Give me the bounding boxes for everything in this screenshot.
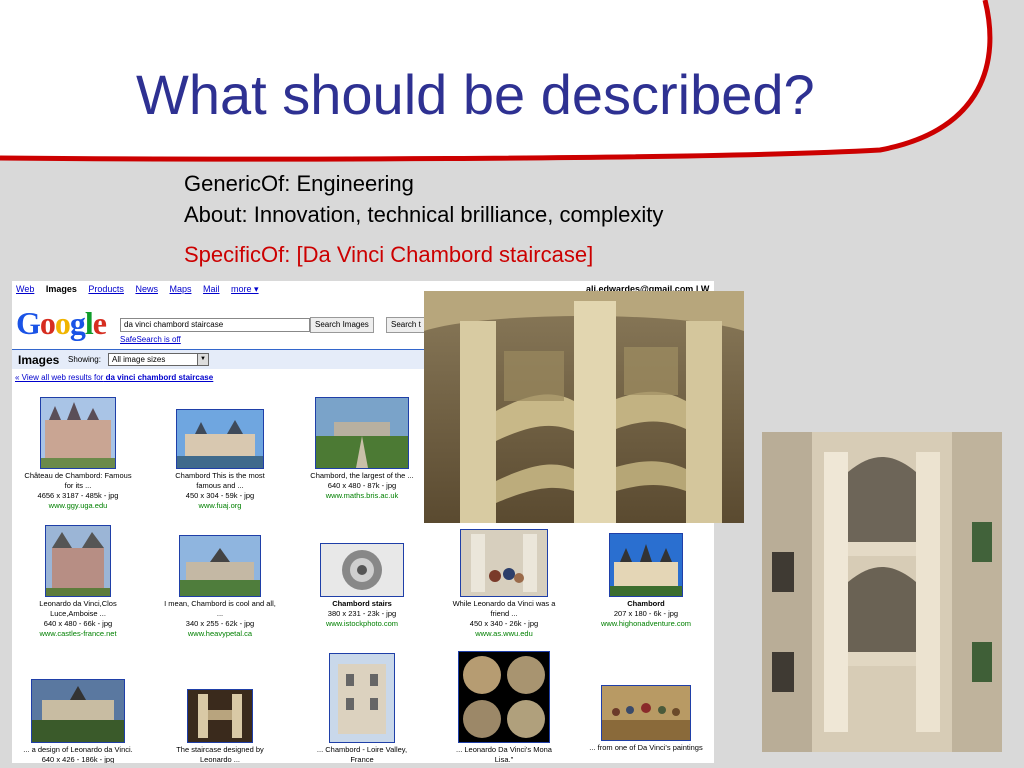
staircase-thumbnail[interactable] — [187, 689, 253, 743]
image-result[interactable]: Chambord This is the most famous and ...… — [154, 409, 286, 511]
image-result[interactable]: Chambord stairs 380 x 231 - 23k - jpg ww… — [296, 543, 428, 629]
generic-of-line: GenericOf: Engineering — [184, 171, 414, 196]
chateau-thumbnail[interactable] — [179, 535, 261, 597]
chateau-thumbnail[interactable] — [31, 679, 125, 743]
image-result[interactable]: While Leonardo da Vinci was a friend ...… — [438, 529, 570, 639]
search-images-button[interactable]: Search Images — [310, 317, 374, 333]
image-result[interactable]: Leonardo da Vinci,Clos Luce,Amboise ... … — [12, 525, 144, 639]
image-result[interactable]: ... Leonardo Da Vinci's Mona Lisa." — [438, 651, 570, 763]
moon-faces-thumbnail[interactable] — [458, 651, 550, 743]
image-result[interactable]: ... a design of Leonardo da Vinci. 640 x… — [12, 679, 144, 763]
last-supper-thumbnail[interactable] — [601, 685, 691, 741]
chateau-thumbnail[interactable] — [176, 409, 264, 469]
showing-label: Showing: — [68, 355, 101, 364]
nav-news[interactable]: News — [135, 284, 158, 294]
nav-products[interactable]: Products — [88, 284, 124, 294]
image-result[interactable]: Chambord, the largest of the ... 640 x 4… — [296, 397, 428, 501]
manor-thumbnail[interactable] — [45, 525, 111, 597]
image-result[interactable]: Château de Chambord: Famous for its ... … — [12, 397, 144, 511]
images-heading: Images — [18, 353, 60, 367]
slide-title: What should be described? — [136, 63, 815, 126]
tower-thumbnail[interactable] — [329, 653, 395, 743]
image-size-select[interactable]: All image sizes ▼ — [108, 353, 209, 366]
image-result[interactable]: ... Chambord - Loire Valley, France — [296, 653, 428, 763]
about-line: About: Innovation, technical brilliance,… — [184, 202, 664, 227]
image-result[interactable]: ... from one of Da Vinci's paintings — [580, 685, 712, 753]
visitors-thumbnail[interactable] — [460, 529, 548, 597]
search-input[interactable]: da vinci chambord staircase — [120, 318, 310, 332]
nav-mail[interactable]: Mail — [203, 284, 220, 294]
image-result[interactable]: Chambord 207 x 180 - 6k - jpg www.highon… — [580, 533, 712, 629]
google-nav-bar: Web Images Products News Maps Mail more … — [16, 284, 268, 295]
safesearch-link[interactable]: SafeSearch is off — [120, 335, 181, 344]
nav-more[interactable]: more ▾ — [231, 284, 259, 294]
nav-web[interactable]: Web — [16, 284, 34, 294]
nav-images[interactable]: Images — [46, 284, 77, 294]
chateau-thumbnail[interactable] — [315, 397, 409, 469]
specific-of-line: SpecificOf: [Da Vinci Chambord staircase… — [184, 242, 594, 267]
staircase-tower-photo — [762, 432, 1002, 752]
chateau-thumbnail[interactable] — [40, 397, 116, 469]
view-all-web-results-link[interactable]: « View all web results for da vinci cham… — [15, 373, 213, 382]
chateau-thumbnail[interactable] — [609, 533, 683, 597]
staircase-thumbnail[interactable] — [320, 543, 404, 597]
chevron-down-icon: ▼ — [197, 354, 208, 365]
nav-maps[interactable]: Maps — [169, 284, 191, 294]
image-result[interactable]: The staircase designed by Leonardo ... — [154, 689, 286, 763]
image-result[interactable]: I mean, Chambord is cool and all, ... 34… — [154, 535, 286, 639]
google-logo[interactable]: Google — [16, 305, 107, 342]
staircase-interior-photo — [424, 291, 744, 523]
